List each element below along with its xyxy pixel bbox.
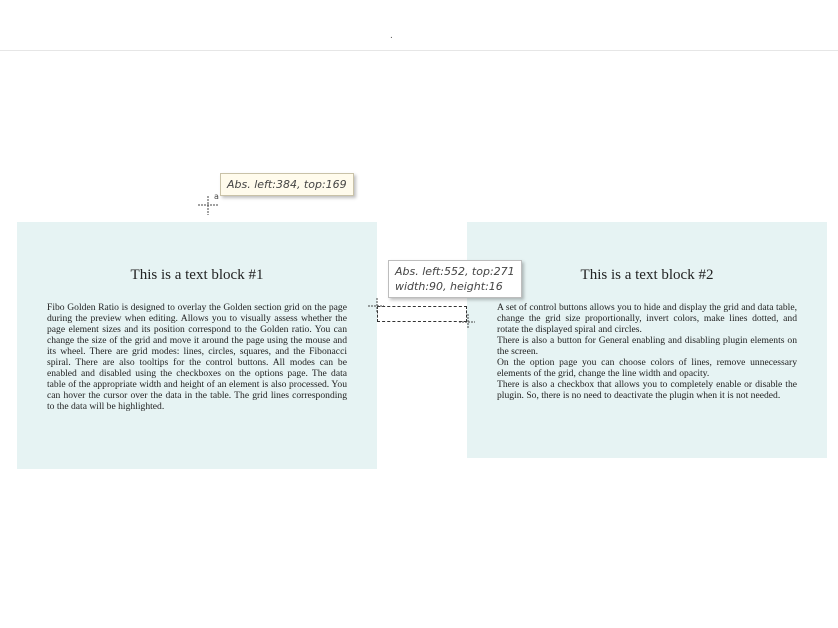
text-block-2-body: A set of control buttons allows you to h… [497,302,797,401]
anchor-label: a [214,192,219,201]
size-tooltip: Abs. left:552, top:271 width:90, height:… [388,260,522,298]
text-block-2-paragraph: On the option page you can choose colors… [497,357,797,379]
position-tooltip-line: Abs. left:384, top:169 [227,178,347,191]
selection-corner-bottom-right-icon[interactable] [459,314,477,330]
text-block-2-paragraph: A set of control buttons allows you to h… [497,302,797,335]
top-toolbar: . [0,0,838,51]
text-block-1-title: This is a text block #1 [130,267,264,283]
text-block-2-paragraph: There is also a button for General enabl… [497,335,797,357]
text-block-1: This is a text block #1 Fibo Golden Rati… [17,222,377,469]
position-tooltip: Abs. left:384, top:169 [220,173,354,196]
text-block-1-body: Fibo Golden Ratio is designed to overlay… [47,302,347,412]
size-tooltip-dimensions: width:90, height:16 [395,280,503,293]
text-block-2: This is a text block #2 A set of control… [467,222,827,458]
size-tooltip-position: Abs. left:552, top:271 [395,265,515,278]
text-block-2-paragraph: There is also a checkbox that allows you… [497,379,797,401]
measurement-selection-box[interactable] [377,306,467,322]
toolbar-marker: . [390,30,393,41]
selection-corner-top-left-icon[interactable] [368,298,386,314]
